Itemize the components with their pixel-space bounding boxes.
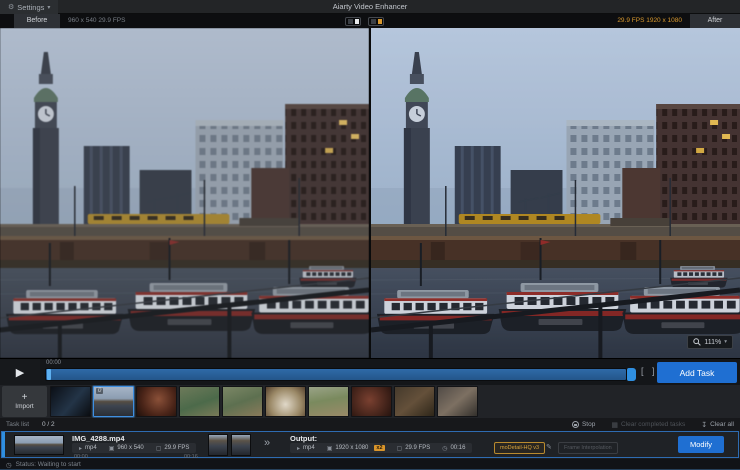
tab-before[interactable]: Before bbox=[14, 14, 60, 28]
format-icon: ▸ bbox=[79, 445, 82, 452]
chevron-down-icon: ▾ bbox=[724, 339, 727, 345]
compare-toggle-after-icon[interactable] bbox=[368, 17, 384, 26]
trim-end-marker-icon[interactable] bbox=[627, 368, 636, 381]
video-thumbnail-autumn-trees[interactable] bbox=[394, 386, 435, 417]
pencil-icon[interactable]: ✎ bbox=[546, 443, 552, 451]
video-thumbnail-movie-night[interactable] bbox=[50, 386, 91, 417]
chevron-down-icon: ▾ bbox=[47, 4, 50, 11]
format-icon: ▸ bbox=[297, 445, 300, 452]
timeline-bar: ▶ 00:00 [ ] Add Task bbox=[0, 358, 740, 385]
scale-badge: x2 bbox=[374, 445, 384, 451]
magnifier-icon bbox=[693, 338, 701, 346]
import-label: Import bbox=[15, 403, 33, 410]
task-selected-accent bbox=[2, 432, 5, 457]
zoom-control[interactable]: 111% ▾ bbox=[687, 335, 733, 349]
output-format-value: mp4 bbox=[303, 445, 315, 451]
import-strip: + Import 0 bbox=[0, 385, 740, 418]
source-fps-value: 29.9 FPS bbox=[164, 445, 189, 451]
fps-icon: ▢ bbox=[397, 445, 403, 452]
task-list-label: Task list bbox=[6, 418, 29, 431]
stop-button[interactable]: Stop bbox=[572, 421, 595, 428]
video-thumbnail-cat-sofa[interactable] bbox=[437, 386, 478, 417]
crop-preview-1 bbox=[208, 434, 228, 456]
clock-icon: ◷ bbox=[442, 445, 447, 452]
tab-after[interactable]: After bbox=[690, 14, 740, 28]
titlebar: ⚙ Settings ▾ Aiarty Video Enhancer bbox=[0, 0, 740, 14]
play-icon: ▶ bbox=[16, 366, 24, 379]
preview-region-brackets-icon[interactable]: [ ] bbox=[641, 366, 658, 376]
task-list-controls: Stop ▦ Clear completed tasks ↧ Clear all bbox=[572, 418, 734, 431]
compare-toggle-before-icon[interactable] bbox=[345, 17, 361, 26]
source-fps: ▢ 29.9 FPS bbox=[156, 445, 190, 452]
crop-preview-2 bbox=[231, 434, 251, 456]
source-resolution: ▣ 960 x 540 bbox=[109, 445, 144, 452]
before-resolution-info: 960 x 540 29.9 FPS bbox=[68, 14, 125, 28]
settings-label: Settings bbox=[17, 3, 44, 12]
ai-model-badge[interactable]: moDetail-HQ v3 bbox=[494, 442, 545, 454]
preview-area: 111% ▾ bbox=[0, 28, 740, 358]
gear-icon: ⚙ bbox=[8, 3, 14, 11]
clear-all-button[interactable]: ↧ Clear all bbox=[701, 421, 734, 429]
output-label: Output: bbox=[290, 434, 317, 443]
resolution-icon: ▣ bbox=[327, 445, 333, 452]
video-thumbnail-kids-court[interactable] bbox=[308, 386, 349, 417]
task-thumbnail bbox=[14, 435, 64, 455]
fps-icon: ▢ bbox=[156, 445, 162, 452]
output-duration: ◷ 00:16 bbox=[442, 445, 465, 452]
after-preview-pane[interactable]: 111% ▾ bbox=[371, 28, 740, 358]
before-preview-pane[interactable] bbox=[0, 28, 369, 358]
frame-interpolation-badge[interactable]: Frame Interpolation bbox=[558, 442, 618, 454]
app-window: ⚙ Settings ▾ Aiarty Video Enhancer Befor… bbox=[0, 0, 740, 470]
thumbnail-badge: 0 bbox=[96, 388, 103, 394]
app-title: Aiarty Video Enhancer bbox=[0, 0, 740, 14]
status-text: Status: Waiting to start bbox=[16, 461, 81, 468]
task-list-header: Task list 0 / 2 Stop ▦ Clear completed t… bbox=[0, 418, 740, 431]
double-chevron-icon: » bbox=[264, 437, 270, 449]
plus-icon: + bbox=[22, 393, 28, 402]
video-thumbnail-red-foliage[interactable] bbox=[351, 386, 392, 417]
source-format-value: mp4 bbox=[85, 445, 97, 451]
after-resolution-info: 29.9 FPS 1920 x 1080 bbox=[617, 14, 682, 28]
output-info-pill: ▸ mp4 ▣ 1920 x 1080 x2 ▢ 29.9 FPS ◷ 00:1… bbox=[290, 443, 472, 453]
clear-completed-button[interactable]: ▦ Clear completed tasks bbox=[611, 421, 685, 429]
task-filename: IMG_4288.mp4 bbox=[72, 434, 125, 443]
output-resolution-value: 1920 x 1080 bbox=[335, 445, 368, 451]
add-task-button[interactable]: Add Task bbox=[657, 362, 737, 383]
timeline-track[interactable] bbox=[45, 368, 627, 381]
output-format: ▸ mp4 bbox=[297, 445, 315, 452]
clear-all-label: Clear all bbox=[710, 421, 734, 428]
clear-all-icon: ↧ bbox=[701, 421, 707, 429]
modify-button[interactable]: Modify bbox=[678, 436, 724, 453]
stop-icon bbox=[572, 421, 579, 428]
video-thumbnail-playground-a[interactable] bbox=[179, 386, 220, 417]
output-resolution: ▣ 1920 x 1080 x2 bbox=[327, 445, 385, 452]
video-thumbnail-playground-b[interactable] bbox=[222, 386, 263, 417]
clear-completed-icon: ▦ bbox=[611, 421, 618, 429]
play-button[interactable]: ▶ bbox=[0, 359, 40, 386]
output-fps: ▢ 29.9 FPS bbox=[397, 445, 431, 452]
resolution-icon: ▣ bbox=[109, 445, 115, 452]
status-bar: ◷ Status: Waiting to start bbox=[0, 459, 740, 470]
settings-button[interactable]: ⚙ Settings ▾ bbox=[0, 0, 58, 14]
playhead-handle[interactable] bbox=[47, 369, 51, 380]
stop-label: Stop bbox=[582, 421, 595, 428]
clear-completed-label: Clear completed tasks bbox=[621, 421, 685, 428]
task-row[interactable]: IMG_4288.mp4 ▸ mp4 ▣ 960 x 540 ▢ 29.9 FP… bbox=[1, 431, 739, 458]
video-thumbnail-bronze-sculpture[interactable] bbox=[136, 386, 177, 417]
task-list-count: 0 / 2 bbox=[42, 418, 55, 431]
source-info-pill: ▸ mp4 ▣ 960 x 540 ▢ 29.9 FPS bbox=[72, 443, 196, 453]
current-time: 00:00 bbox=[46, 360, 61, 366]
status-clock-icon: ◷ bbox=[6, 461, 12, 469]
output-fps-value: 29.9 FPS bbox=[405, 445, 430, 451]
preview-header: Before 960 x 540 29.9 FPS 29.9 FPS 1920 … bbox=[0, 14, 740, 28]
thumbnail-strip: 0 bbox=[50, 386, 478, 417]
video-thumbnail-white-dog[interactable] bbox=[265, 386, 306, 417]
source-format: ▸ mp4 bbox=[79, 445, 97, 452]
source-resolution-value: 960 x 540 bbox=[117, 445, 143, 451]
output-duration-value: 00:16 bbox=[450, 445, 465, 451]
video-thumbnail-harbor[interactable]: 0 bbox=[93, 386, 134, 417]
import-button[interactable]: + Import bbox=[2, 386, 47, 417]
zoom-level: 111% bbox=[704, 339, 721, 346]
